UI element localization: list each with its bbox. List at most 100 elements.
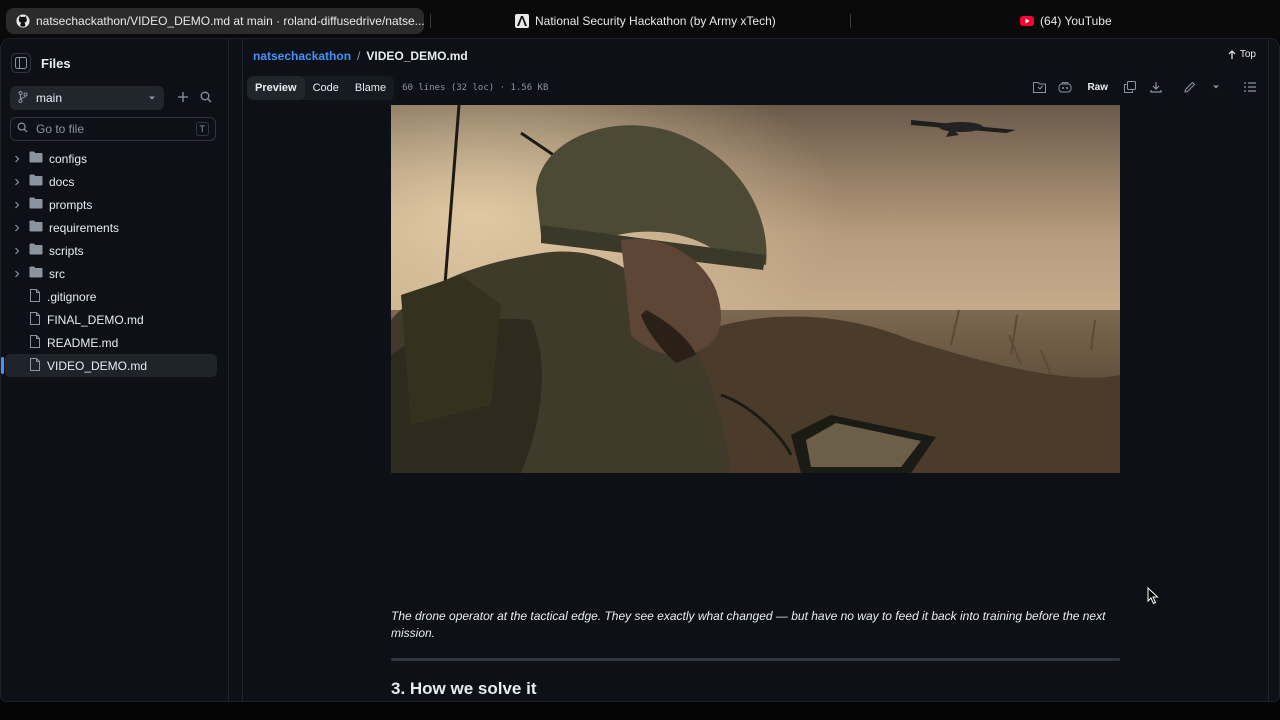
tree-item-video-demo[interactable]: VIDEO_DEMO.md — [1, 354, 217, 377]
add-file-button[interactable] — [172, 86, 194, 108]
branch-name: main — [36, 91, 63, 105]
file-meta: 60 lines (32 loc) · 1.56 KB — [402, 83, 549, 93]
download-button[interactable] — [1146, 77, 1166, 97]
file-toolbar: Preview Code Blame 60 lines (32 loc) · 1… — [247, 75, 1264, 101]
branch-selector[interactable]: main — [10, 86, 164, 110]
copilot-icon — [1058, 81, 1072, 93]
tree-item-label: README.md — [47, 335, 119, 350]
copilot-button[interactable] — [1055, 77, 1075, 97]
tab-blame[interactable]: Blame — [347, 76, 394, 100]
chevron-right-icon[interactable] — [11, 155, 23, 163]
breadcrumb-separator: / — [357, 49, 361, 63]
folder-icon — [29, 174, 43, 189]
chevron-right-icon[interactable] — [11, 270, 23, 278]
chevron-right-icon[interactable] — [11, 201, 23, 209]
tree-item-label: .gitignore — [47, 289, 97, 304]
copy-icon — [1124, 81, 1136, 93]
tree-item-label: VIDEO_DEMO.md — [47, 358, 148, 373]
folder-icon — [29, 243, 43, 258]
sidebar-collapse-icon[interactable] — [11, 53, 31, 73]
caret-down-icon — [148, 91, 156, 105]
tree-item-gitignore[interactable]: .gitignore — [5, 285, 217, 308]
plus-icon — [178, 92, 188, 102]
browser-tab-youtube[interactable]: (64) YouTube — [1010, 8, 1160, 34]
breadcrumb-repo-link[interactable]: natsechackathon — [253, 49, 351, 63]
drone-operator-photo — [391, 105, 1120, 473]
edit-menu-button[interactable] — [1206, 77, 1226, 97]
breadcrumb-file: VIDEO_DEMO.md — [366, 49, 468, 63]
tab-code[interactable]: Code — [305, 76, 347, 100]
image-caption: The drone operator at the tactical edge.… — [391, 609, 1106, 640]
horizontal-rule — [391, 658, 1120, 661]
chevron-right-icon[interactable] — [11, 224, 23, 232]
go-to-file-placeholder: Go to file — [36, 122, 85, 136]
keyboard-shortcut-hint: T — [195, 122, 209, 136]
chevron-right-icon[interactable] — [11, 178, 23, 186]
tree-item-scripts[interactable]: scripts — [5, 239, 217, 262]
window-bottom-edge — [0, 702, 1280, 720]
tab-divider — [430, 14, 431, 28]
arrow-up-icon — [1228, 49, 1236, 59]
search-icon — [17, 122, 28, 136]
caret-down-icon — [1213, 85, 1219, 89]
file-tree-sidebar: Files main Go to file T configs docs pro… — [1, 39, 229, 701]
tree-item-label: scripts — [49, 243, 84, 258]
file-tree: configs docs prompts requirements script — [1, 147, 217, 377]
mouse-cursor-icon — [1147, 586, 1159, 610]
file-icon — [29, 357, 41, 374]
sidebar-title: Files — [41, 55, 71, 71]
symbols-button[interactable] — [1029, 77, 1049, 97]
tree-item-configs[interactable]: configs — [5, 147, 217, 170]
folder-icon — [29, 197, 43, 212]
breadcrumb: natsechackathon / VIDEO_DEMO.md — [253, 49, 468, 63]
file-actions: Raw — [1029, 77, 1260, 97]
tree-item-label: configs — [49, 151, 88, 166]
view-mode-tabs: Preview Code Blame — [247, 76, 395, 100]
tree-item-label: FINAL_DEMO.md — [47, 312, 144, 327]
search-icon — [200, 91, 212, 103]
file-icon — [29, 334, 41, 351]
tree-item-requirements[interactable]: requirements — [5, 216, 217, 239]
file-icon — [29, 288, 41, 305]
folder-symbols-icon — [1032, 82, 1046, 93]
go-to-file-input[interactable]: Go to file T — [10, 117, 216, 141]
tree-item-label: prompts — [49, 197, 93, 212]
tab-title: National Security Hackathon (by Army xTe… — [535, 14, 776, 28]
search-button[interactable] — [195, 86, 217, 108]
browser-tab-github[interactable]: natsechackathon/VIDEO_DEMO.md at main · … — [6, 8, 424, 34]
army-xtech-icon — [515, 14, 529, 28]
tab-title: natsechackathon/VIDEO_DEMO.md at main · … — [36, 14, 424, 28]
tab-divider — [850, 14, 851, 28]
github-file-view: Files main Go to file T configs docs pro… — [0, 38, 1280, 702]
section-heading: 3. How we solve it — [391, 679, 537, 698]
git-branch-icon — [18, 90, 28, 106]
outline-button[interactable] — [1240, 77, 1260, 97]
browser-tab-hackathon[interactable]: National Security Hackathon (by Army xTe… — [505, 8, 805, 34]
tree-item-readme[interactable]: README.md — [5, 331, 217, 354]
sidebar-header: Files — [11, 53, 71, 73]
folder-icon — [29, 220, 43, 235]
top-label: Top — [1239, 49, 1256, 60]
raw-button[interactable]: Raw — [1081, 77, 1114, 97]
back-to-top-link[interactable]: Top — [1228, 49, 1256, 60]
github-icon — [16, 14, 30, 28]
tree-item-label: src — [49, 266, 65, 281]
tree-item-label: requirements — [49, 220, 120, 235]
tab-title: (64) YouTube — [1040, 14, 1112, 28]
folder-icon — [29, 266, 43, 281]
tree-item-label: docs — [49, 174, 75, 189]
download-icon — [1150, 82, 1162, 93]
tree-item-final-demo[interactable]: FINAL_DEMO.md — [5, 308, 217, 331]
tree-item-src[interactable]: src — [5, 262, 217, 285]
browser-tab-strip: natsechackathon/VIDEO_DEMO.md at main · … — [0, 0, 1280, 42]
copy-button[interactable] — [1120, 77, 1140, 97]
youtube-icon — [1020, 14, 1034, 28]
chevron-right-icon[interactable] — [11, 247, 23, 255]
pencil-icon — [1184, 81, 1196, 93]
folder-icon — [29, 151, 43, 166]
tree-item-docs[interactable]: docs — [5, 170, 217, 193]
tab-preview[interactable]: Preview — [247, 76, 305, 100]
file-icon — [29, 311, 41, 328]
edit-button[interactable] — [1180, 77, 1200, 97]
tree-item-prompts[interactable]: prompts — [5, 193, 217, 216]
